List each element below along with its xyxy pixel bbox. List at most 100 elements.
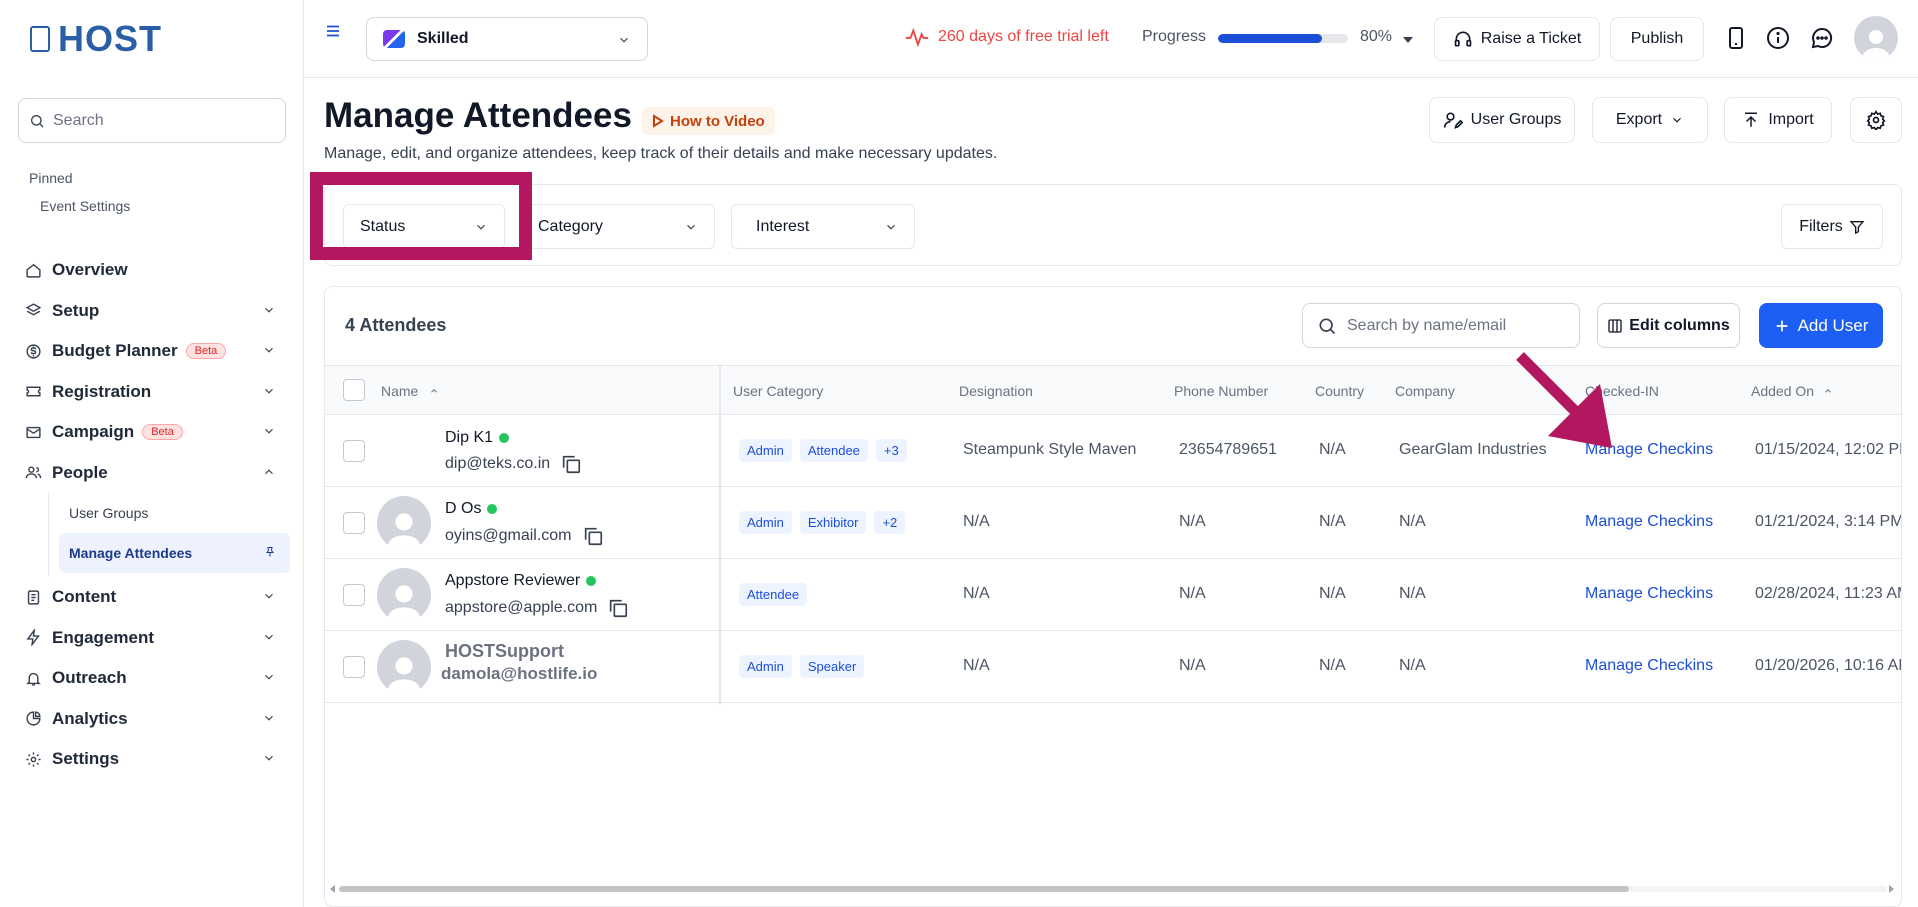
sidebar-search-input[interactable] — [53, 111, 253, 130]
nav-item-outreach[interactable]: Outreach — [18, 658, 290, 699]
pinned-item-event-settings[interactable]: Event Settings — [40, 198, 130, 214]
attendee-name[interactable]: Dip K1 — [445, 429, 510, 447]
copy-icon[interactable] — [582, 525, 604, 547]
sub-item-label: Manage Attendees — [69, 545, 193, 561]
category-tag: Admin — [739, 511, 792, 534]
user-category-tags: Attendee — [739, 583, 808, 606]
nav-item-settings[interactable]: Settings — [18, 739, 290, 780]
column-header-country[interactable]: Country — [1315, 383, 1364, 399]
table-row[interactable]: Dip K1 dip@teks.co.in Admin Attendee +3 … — [325, 415, 1901, 487]
nav-item-engagement[interactable]: Engagement — [18, 618, 290, 659]
category-filter-label: Category — [538, 217, 603, 235]
column-header-name[interactable]: Name — [381, 383, 440, 399]
online-status-dot — [487, 504, 498, 514]
status-filter[interactable]: Status — [343, 204, 505, 249]
menu-icon[interactable] — [324, 22, 342, 45]
filters-button[interactable]: Filters — [1781, 204, 1883, 249]
how-to-video-link[interactable]: How to Video — [642, 107, 775, 135]
nav-item-registration[interactable]: Registration — [18, 372, 290, 413]
attendee-name[interactable]: D Os — [445, 500, 498, 518]
column-header-company[interactable]: Company — [1395, 383, 1455, 399]
sub-item-manage-attendees[interactable]: Manage Attendees — [59, 533, 290, 573]
interest-filter[interactable]: Interest — [731, 204, 915, 249]
publish-button[interactable]: Publish — [1610, 17, 1704, 61]
category-filter[interactable]: Category — [521, 204, 715, 249]
nav-item-analytics[interactable]: Analytics — [18, 699, 290, 740]
manage-checkins-link[interactable]: Manage Checkins — [1585, 585, 1713, 603]
table-row[interactable]: D Os oyins@gmail.com Admin Exhibitor +2 … — [325, 487, 1901, 559]
table-search[interactable] — [1302, 303, 1580, 348]
edit-columns-button[interactable]: Edit columns — [1597, 303, 1740, 348]
table-row[interactable]: HOSTSupport damola@hostlife.io Admin Spe… — [325, 631, 1901, 703]
chevron-down-icon — [262, 303, 276, 322]
logo[interactable]: HOST — [30, 18, 162, 60]
user-avatar[interactable] — [1854, 16, 1898, 60]
phone-cell: N/A — [1179, 585, 1206, 602]
trial-notice[interactable]: 260 days of free trial left — [904, 26, 1109, 48]
table-search-input[interactable] — [1347, 316, 1567, 335]
column-header-phone-number[interactable]: Phone Number — [1174, 383, 1268, 399]
attendee-email: damola@hostlife.io — [441, 664, 597, 684]
info-icon[interactable] — [1766, 26, 1790, 55]
country-cell: N/A — [1319, 513, 1346, 530]
mobile-icon[interactable] — [1728, 26, 1744, 55]
copy-icon[interactable] — [560, 453, 582, 475]
nav-item-campaign[interactable]: Campaign Beta — [18, 412, 290, 453]
company-cell: N/A — [1399, 657, 1426, 674]
country-cell: N/A — [1319, 585, 1346, 602]
column-header-designation[interactable]: Designation — [959, 383, 1033, 399]
row-checkbox[interactable] — [343, 656, 365, 678]
row-checkbox[interactable] — [343, 440, 365, 462]
settings-button[interactable] — [1850, 97, 1902, 143]
scroll-right-icon[interactable] — [1887, 885, 1895, 893]
pin-icon[interactable] — [264, 545, 276, 562]
designation-cell: N/A — [963, 585, 990, 602]
select-all-checkbox[interactable] — [343, 379, 365, 401]
column-header-label: Added On — [1751, 383, 1815, 399]
progress-bar — [1218, 34, 1348, 43]
sidebar-search[interactable] — [18, 98, 286, 143]
column-header-added-on[interactable]: Added On — [1751, 383, 1834, 399]
phone-cell: N/A — [1179, 513, 1206, 530]
nav-item-overview[interactable]: Overview — [18, 250, 290, 291]
sort-asc-icon — [1825, 389, 1831, 393]
gear-icon — [24, 750, 42, 768]
caret-down-icon[interactable] — [1402, 32, 1414, 50]
category-tag: Attendee — [739, 583, 808, 606]
manage-checkins-link[interactable]: Manage Checkins — [1585, 513, 1713, 531]
add-user-label: Add User — [1797, 315, 1869, 335]
user-groups-button[interactable]: User Groups — [1429, 97, 1575, 143]
import-button[interactable]: Import — [1724, 97, 1832, 143]
nav-label: Engagement — [52, 627, 155, 647]
horizontal-scrollbar[interactable] — [329, 885, 1895, 893]
nav-item-people[interactable]: People — [18, 453, 290, 494]
attendee-email: appstore@apple.com — [445, 597, 629, 619]
column-header-user-category[interactable]: User Category — [733, 383, 823, 399]
scrollbar-thumb[interactable] — [339, 886, 1629, 892]
attendee-email: dip@teks.co.in — [445, 453, 582, 475]
manage-checkins-link[interactable]: Manage Checkins — [1585, 657, 1713, 675]
copy-icon[interactable] — [607, 597, 629, 619]
add-user-button[interactable]: Add User — [1759, 303, 1883, 348]
more-tags-badge[interactable]: +2 — [874, 511, 906, 534]
event-selector[interactable]: Skilled — [366, 17, 648, 61]
nav-label: Registration — [52, 381, 152, 401]
attendee-name[interactable]: Appstore Reviewer — [445, 572, 597, 590]
nav-item-budget-planner[interactable]: Budget Planner Beta — [18, 331, 290, 372]
beta-badge: Beta — [185, 343, 227, 360]
progress-label: Progress — [1142, 28, 1207, 45]
export-button[interactable]: Export — [1592, 97, 1708, 143]
sub-item-user-groups[interactable]: User Groups — [59, 493, 290, 533]
table-row[interactable]: Appstore Reviewer appstore@apple.com Att… — [325, 559, 1901, 631]
chat-icon[interactable] — [1810, 26, 1834, 55]
page-title: Manage Attendees — [324, 96, 632, 135]
designation-cell: N/A — [963, 513, 990, 530]
row-checkbox[interactable] — [343, 584, 365, 606]
row-checkbox[interactable] — [343, 512, 365, 534]
raise-ticket-button[interactable]: Raise a Ticket — [1434, 17, 1600, 61]
nav-item-content[interactable]: Content — [18, 577, 290, 618]
scroll-left-icon[interactable] — [329, 885, 337, 893]
nav-item-setup[interactable]: Setup — [18, 291, 290, 332]
more-tags-badge[interactable]: +3 — [875, 439, 907, 462]
attendee-name[interactable]: HOSTSupport — [445, 641, 564, 662]
